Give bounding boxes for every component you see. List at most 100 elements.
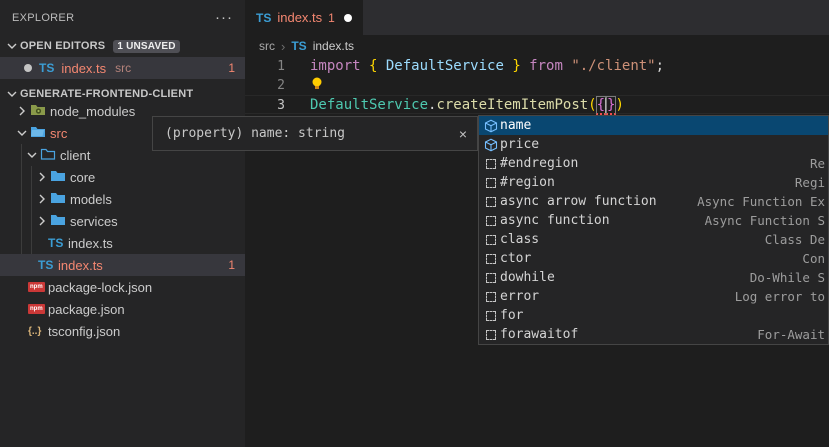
snippet-icon: [482, 254, 500, 264]
suggestion-label: async arrow function: [500, 194, 657, 209]
field-icon: [482, 137, 500, 153]
tree-item-label: index.ts: [68, 236, 113, 251]
project-name: GENERATE-FRONTEND-CLIENT: [20, 88, 193, 100]
suggestion-forawaitof[interactable]: forawaitof For-Await: [479, 325, 828, 344]
suggestion-ctor[interactable]: ctor Con: [479, 249, 828, 268]
code-line-1[interactable]: 1import { DefaultService } from "./clien…: [245, 57, 829, 76]
tree-item-label: client: [60, 148, 90, 163]
tree-item-label: index.ts: [58, 258, 103, 273]
suggestion--endregion[interactable]: #endregion Re: [479, 154, 828, 173]
chevron-right-icon: [34, 169, 50, 185]
suggestion-detail: Regi: [787, 175, 825, 190]
npm-file-icon: npm: [28, 304, 45, 314]
suggestion-detail: Log error to: [727, 289, 825, 304]
suggestion-detail: Re: [802, 156, 825, 171]
tree-item-services[interactable]: services: [0, 210, 245, 232]
folder-icon: [40, 147, 56, 163]
snippet-icon: [482, 197, 500, 207]
folder-icon: [50, 169, 66, 185]
dirty-dot-icon[interactable]: [24, 64, 32, 72]
snippet-icon: [482, 273, 500, 283]
suggestion-label: async function: [500, 213, 610, 228]
problem-count-badge: 1: [228, 258, 235, 272]
tree-item-label: services: [70, 214, 118, 229]
open-editor-item-indexts[interactable]: TS index.ts src 1: [0, 57, 245, 79]
suggestion-async-arrow-function[interactable]: async arrow function Async Function Ex: [479, 192, 828, 211]
typescript-file-icon: TS: [256, 12, 271, 24]
chevron-right-icon: [34, 191, 50, 207]
typescript-file-icon: TS: [48, 237, 63, 249]
suggestion-label: #endregion: [500, 156, 578, 171]
suggestion-label: ctor: [500, 251, 531, 266]
suggestion-detail: Async Function Ex: [689, 194, 825, 209]
tooltip-text: (property) name: string: [165, 126, 345, 141]
snippet-icon: [482, 311, 500, 321]
suggestion-dowhile[interactable]: dowhileDo-While S: [479, 268, 828, 287]
code-line-3[interactable]: 3DefaultService.createItemItemPost({}): [245, 95, 829, 114]
chevron-right-icon: [14, 103, 30, 119]
tree-item-models[interactable]: models: [0, 188, 245, 210]
tree-item-label: node_modules: [50, 104, 135, 119]
tree-item-package-json[interactable]: npmpackage.json: [0, 298, 245, 320]
tab-problem-badge: 1: [328, 11, 335, 25]
close-icon[interactable]: ×: [459, 126, 467, 142]
open-editor-filename: index.ts: [61, 61, 106, 76]
suggestion-label: dowhile: [500, 270, 555, 285]
suggestion-detail: Class De: [757, 232, 825, 247]
unsaved-dot-icon[interactable]: [344, 14, 352, 22]
breadcrumb: src › TS index.ts: [245, 35, 829, 57]
suggestion-class[interactable]: class Class De: [479, 230, 828, 249]
code-line-2[interactable]: 2: [245, 76, 829, 95]
code-editor[interactable]: 1import { DefaultService } from "./clien…: [245, 57, 829, 114]
suggestion-label: forawaitof: [500, 327, 578, 342]
suggestion-for[interactable]: for: [479, 306, 828, 325]
field-icon: [482, 118, 500, 134]
suggestion-label: name: [500, 118, 531, 133]
tab-indexts[interactable]: TS index.ts 1: [245, 0, 363, 35]
unsaved-badge: 1 UNSAVED: [113, 40, 179, 53]
tree-item-label: core: [70, 170, 95, 185]
problem-count-badge: 1: [228, 61, 235, 75]
lightbulb-icon[interactable]: [310, 76, 324, 98]
suggestion-label: #region: [500, 175, 555, 190]
suggestion-async-function[interactable]: async function Async Function S: [479, 211, 828, 230]
json-braces-icon: {..}: [28, 326, 41, 337]
tree-item-tsconfig-json[interactable]: {..}tsconfig.json: [0, 320, 245, 342]
suggestion-detail: Async Function S: [697, 213, 825, 228]
line-number: 1: [245, 57, 285, 76]
open-editor-folder: src: [115, 61, 131, 75]
snippet-icon: [482, 292, 500, 302]
open-editors-header[interactable]: OPEN EDITORS 1 UNSAVED: [0, 35, 245, 57]
tree-item-package-lock-json[interactable]: npmpackage-lock.json: [0, 276, 245, 298]
line-number: 2: [245, 76, 285, 95]
snippet-icon: [482, 216, 500, 226]
suggestion-detail: Con: [794, 251, 825, 266]
suggestion-label: class: [500, 232, 539, 247]
breadcrumb-folder[interactable]: src: [259, 39, 275, 53]
explorer-title: EXPLORER: [12, 12, 74, 24]
explorer-sidebar: EXPLORER ··· OPEN EDITORS 1 UNSAVED TS i…: [0, 0, 245, 447]
tree-item-index-ts[interactable]: TSindex.ts1: [0, 254, 245, 276]
snippet-icon: [482, 159, 500, 169]
more-actions-icon[interactable]: ···: [215, 9, 233, 26]
tree-item-label: package-lock.json: [48, 280, 152, 295]
chevron-down-icon: [4, 38, 20, 54]
tree-item-label: models: [70, 192, 112, 207]
suggestion-price[interactable]: price: [479, 135, 828, 154]
suggestion-name[interactable]: name: [479, 116, 828, 135]
folder-icon: [30, 125, 46, 141]
chevron-down-icon: [14, 125, 30, 141]
suggestion-label: price: [500, 137, 539, 152]
folder-icon: [50, 191, 66, 207]
suggestion-detail: For-Await: [749, 327, 825, 342]
tree-item-index-ts[interactable]: TS index.ts: [0, 232, 245, 254]
chevron-right-icon: [34, 213, 50, 229]
suggestion-error[interactable]: error Log error to: [479, 287, 828, 306]
tab-bar: TS index.ts 1: [245, 0, 829, 35]
typescript-file-icon: TS: [291, 40, 306, 52]
breadcrumb-file[interactable]: index.ts: [313, 39, 354, 53]
tree-item-core[interactable]: core: [0, 166, 245, 188]
typescript-file-icon: TS: [39, 62, 54, 74]
suggestion--region[interactable]: #region Regi: [479, 173, 828, 192]
suggestion-label: error: [500, 289, 539, 304]
